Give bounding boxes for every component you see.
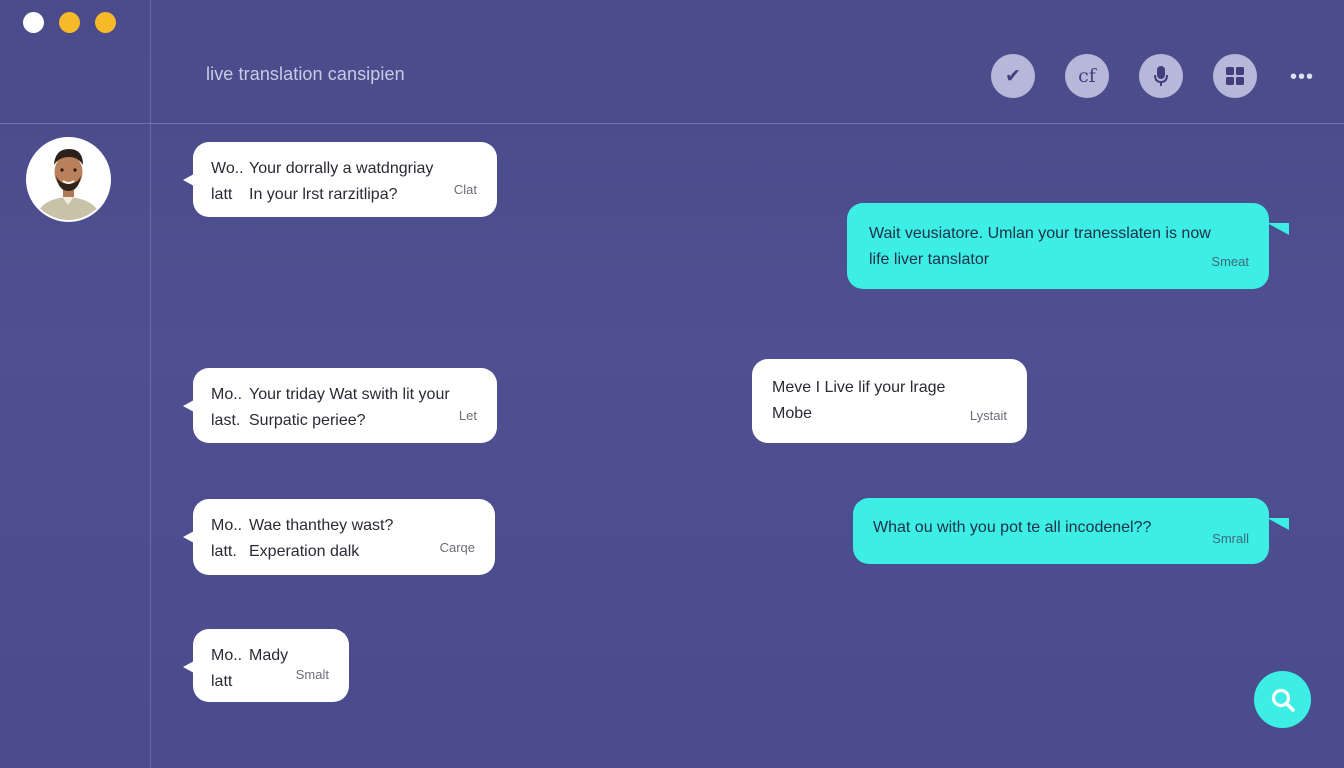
grid-button[interactable] [1213,54,1257,98]
message-text: Meve I Live lif your lrage [772,379,946,396]
message-prefix: latt [211,673,233,690]
message-meta: Smalt [295,667,329,682]
message-bubble[interactable]: Meve I Live lif your lrage Mobe Lystait [752,359,1027,443]
message-text: Wae thanthey wast? [249,517,394,534]
microphone-icon [1154,66,1168,86]
sidebar [0,0,151,768]
message-line: latt. Experation dalk [211,539,477,565]
message-text: Mady [249,647,289,664]
message-meta: Clat [453,182,477,197]
message-meta: Smeat [1211,254,1249,269]
more-options-icon[interactable]: ••• [1290,66,1314,89]
message-bubble[interactable]: Wo.. Your dorrally a watdngriay latt In yo… [183,142,497,217]
message-meta: Smrall [1212,531,1249,546]
message-prefix: latt. [211,543,237,560]
user-portrait-icon [28,139,109,220]
message-meta: Carqe [439,540,475,555]
message-bubble-outgoing[interactable]: Wait veusiatore. Umlan your tranesslaten… [847,203,1289,289]
message-bubble[interactable]: Mo.. Wae thanthey wast? latt. Experation d… [183,499,495,575]
message-bubble[interactable]: Mo.. Mady latt Smalt [183,629,349,702]
message-text: Experation dalk [249,543,360,560]
message-text: life liver tanslator [869,251,990,268]
message-bubble[interactable]: Mo.. Your triday Wat swith lit your last.… [183,368,497,443]
message-prefix: last. [211,412,241,429]
message-meta: Lystait [969,408,1007,423]
grid-icon [1226,67,1244,85]
message-prefix: latt [211,186,233,203]
avatar[interactable] [26,137,111,222]
check-button[interactable]: ✔ [991,54,1035,98]
message-line: latt In your lrst rarzitlipa? [211,182,479,208]
message-text: Your triday Wat swith lit your [249,386,450,403]
message-line: Mo.. Your triday Wat swith lit your [211,382,479,408]
message-prefix: Mo.. [211,647,243,664]
message-text: Wait veusiatore. Umlan your tranesslaten… [869,225,1211,242]
app-title: live translation cansipien [206,64,405,84]
translate-icon: cf [1078,65,1096,87]
message-line: Wo.. Your dorrally a watdngriay [211,156,479,182]
message-meta: Let [458,408,477,423]
message-prefix: Mo.. [211,517,243,534]
message-prefix: Mo.. [211,386,243,403]
message-text: Surpatic periee? [249,412,366,429]
search-button[interactable] [1254,671,1311,728]
message-text: Your dorrally a watdngriay [249,160,434,177]
message-prefix: Wo.. [211,160,244,177]
message-text: What ou with you pot te all incodenel?? [873,519,1152,536]
translate-button[interactable]: cf [1065,54,1109,98]
message-line: Mo.. Wae thanthey wast? [211,513,477,539]
message-text: In your lrst rarzitlipa? [249,186,398,203]
message-bubble-outgoing[interactable]: What ou with you pot te all incodenel?? … [853,498,1289,564]
check-icon: ✔ [1005,65,1021,87]
microphone-button[interactable] [1139,54,1183,98]
message-line: last. Surpatic periee? [211,408,479,434]
search-icon [1271,688,1295,712]
